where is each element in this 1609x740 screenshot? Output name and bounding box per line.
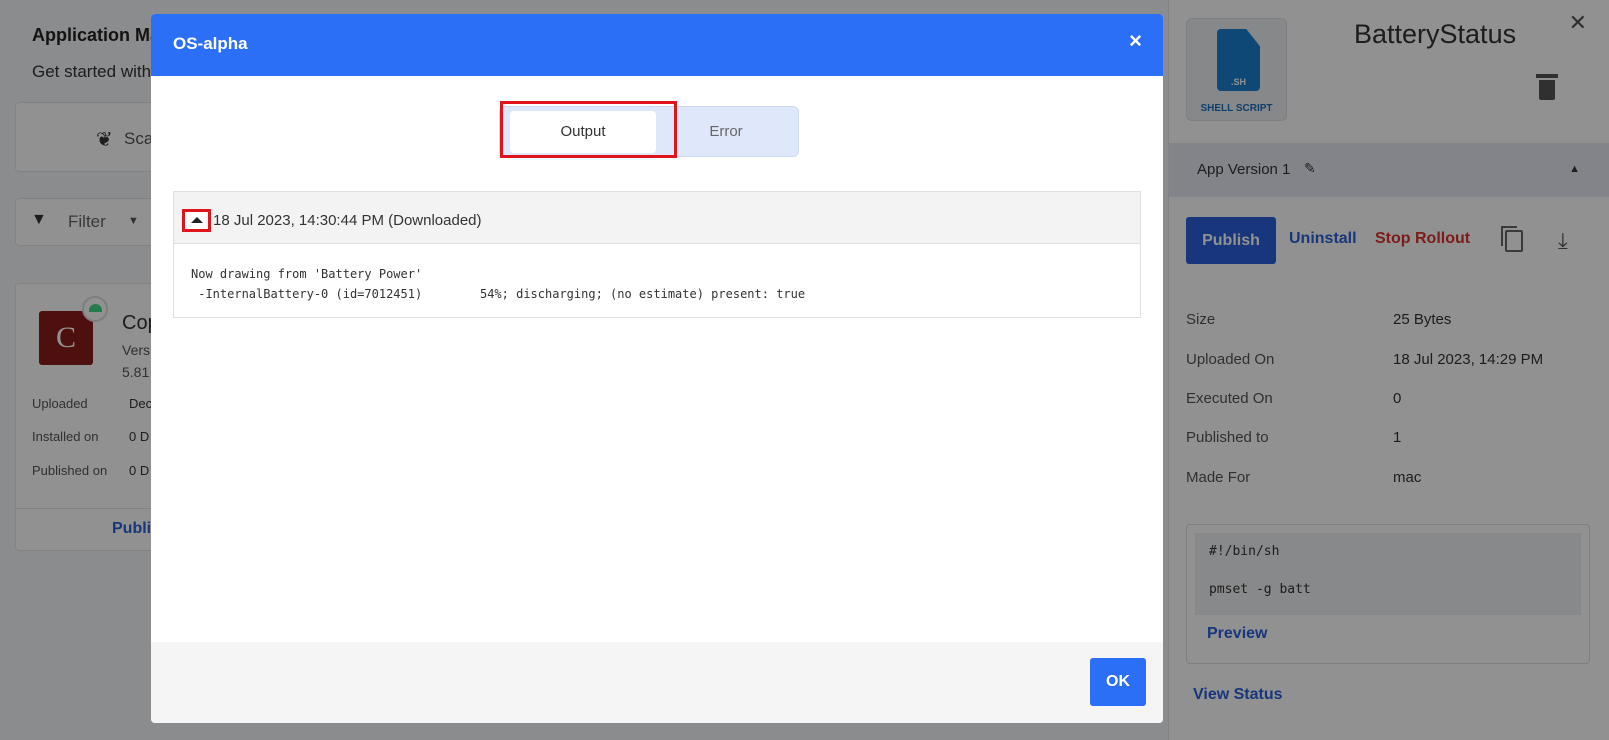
tab-error[interactable]: Error [656, 111, 796, 153]
log-entry-header[interactable]: 18 Jul 2023, 14:30:44 PM (Downloaded) [174, 192, 1140, 244]
modal-footer: OK [151, 642, 1163, 723]
output-modal: OS-alpha × Output Error 18 Jul 2023, 14:… [151, 14, 1163, 723]
modal-header: OS-alpha × [151, 14, 1163, 76]
log-timestamp: 18 Jul 2023, 14:30:44 PM (Downloaded) [213, 212, 482, 229]
highlight-box [500, 101, 677, 158]
ok-button[interactable]: OK [1090, 658, 1146, 706]
log-entry: 18 Jul 2023, 14:30:44 PM (Downloaded) No… [173, 191, 1141, 318]
modal-title: OS-alpha [173, 34, 248, 53]
log-output: Now drawing from 'Battery Power' -Intern… [191, 267, 806, 301]
collapse-toggle-icon[interactable] [182, 209, 211, 232]
close-icon[interactable]: × [1129, 28, 1142, 54]
